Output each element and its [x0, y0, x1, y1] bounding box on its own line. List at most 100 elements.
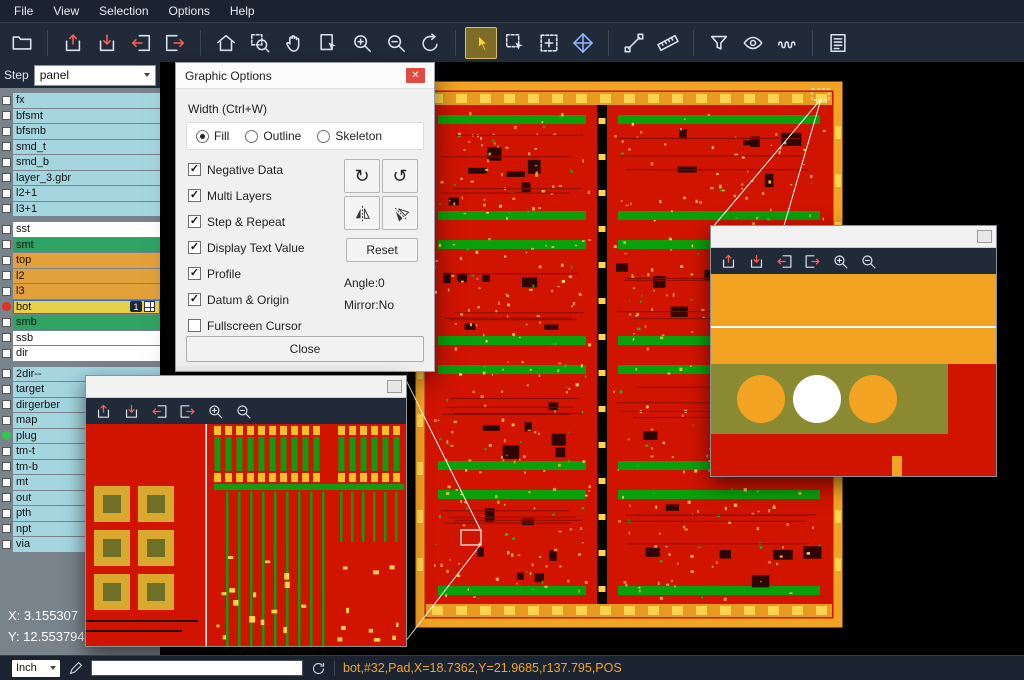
- option-negative-data[interactable]: Negative Data: [188, 163, 305, 176]
- zoom-window-button[interactable]: [244, 27, 276, 59]
- layer-visibility-checkbox[interactable]: [2, 540, 11, 549]
- layer-row-bot[interactable]: bot1: [0, 300, 160, 315]
- layer-visibility-checkbox[interactable]: [2, 256, 11, 265]
- import-button[interactable]: [125, 27, 157, 59]
- layer-row-layer_3.gbr[interactable]: layer_3.gbr: [0, 171, 160, 186]
- fill-mode-fill[interactable]: Fill: [196, 129, 229, 143]
- layer-visibility-checkbox[interactable]: [2, 478, 11, 487]
- layer-visibility-checkbox[interactable]: [2, 447, 11, 456]
- layer-visibility-checkbox[interactable]: [2, 400, 11, 409]
- layer-row-smd_t[interactable]: smd_t: [0, 140, 160, 155]
- rotate-ccw-button[interactable]: ↺: [382, 159, 418, 193]
- reset-button[interactable]: Reset: [346, 238, 418, 262]
- option-fullscreen-cursor[interactable]: Fullscreen Cursor: [188, 319, 305, 332]
- command-input[interactable]: [91, 660, 303, 676]
- layer-row-sst[interactable]: sst: [0, 222, 160, 237]
- snap-button[interactable]: [771, 27, 803, 59]
- option-profile[interactable]: Profile: [188, 267, 305, 280]
- layer-visibility-checkbox[interactable]: [2, 240, 11, 249]
- menu-help[interactable]: Help: [220, 1, 265, 21]
- import-button[interactable]: [771, 249, 797, 273]
- layer-row-ssb[interactable]: ssb: [0, 331, 160, 346]
- layer-visibility-checkbox[interactable]: [2, 333, 11, 342]
- filter-button[interactable]: [703, 27, 735, 59]
- import-button[interactable]: [146, 399, 172, 423]
- layer-row-smt[interactable]: smt: [0, 238, 160, 253]
- menu-selection[interactable]: Selection: [89, 1, 158, 21]
- layer-visibility-checkbox[interactable]: [2, 369, 11, 378]
- ruler-button[interactable]: [652, 27, 684, 59]
- zoom-in-button[interactable]: [202, 399, 228, 423]
- close-icon[interactable]: ✕: [406, 68, 425, 83]
- measure-line-button[interactable]: [618, 27, 650, 59]
- layer-visibility-checkbox[interactable]: [2, 204, 11, 213]
- fill-mode-outline[interactable]: Outline: [245, 129, 301, 143]
- option-multi-layers[interactable]: Multi Layers: [188, 189, 305, 202]
- zoom-out-button[interactable]: [380, 27, 412, 59]
- magnifier-left-view[interactable]: [86, 424, 406, 646]
- zoom-out-button[interactable]: [855, 249, 881, 273]
- layer-visibility-checkbox[interactable]: [2, 173, 11, 182]
- layer-visibility-checkbox[interactable]: [2, 493, 11, 502]
- align-button[interactable]: [567, 27, 599, 59]
- marquee-select-button[interactable]: [499, 27, 531, 59]
- unit-select[interactable]: Inch: [12, 660, 60, 677]
- layer-row-bfsmb[interactable]: bfsmb: [0, 124, 160, 139]
- zoom-previous-button[interactable]: [414, 27, 446, 59]
- layer-row-l3+1[interactable]: l3+1: [0, 202, 160, 217]
- layer-row-bfsmt[interactable]: bfsmt: [0, 109, 160, 124]
- magnifier-right-title-bar[interactable]: [711, 226, 996, 248]
- visibility-button[interactable]: [737, 27, 769, 59]
- layer-visibility-checkbox[interactable]: [2, 385, 11, 394]
- rotate-cw-button[interactable]: ↻: [344, 159, 380, 193]
- upload-button[interactable]: [90, 399, 116, 423]
- upload-button[interactable]: [57, 27, 89, 59]
- pan-button[interactable]: [278, 27, 310, 59]
- layer-row-l2[interactable]: l2: [0, 269, 160, 284]
- menu-view[interactable]: View: [43, 1, 89, 21]
- layer-visibility-checkbox[interactable]: [2, 96, 11, 105]
- export-button[interactable]: [174, 399, 200, 423]
- pointer-button[interactable]: [465, 27, 497, 59]
- zoom-in-button[interactable]: [346, 27, 378, 59]
- layer-row-smb[interactable]: smb: [0, 315, 160, 330]
- layer-visibility-checkbox[interactable]: [2, 349, 11, 358]
- layer-visibility-checkbox[interactable]: [2, 127, 11, 136]
- layer-visibility-checkbox[interactable]: [2, 524, 11, 533]
- layer-row-dir[interactable]: dir: [0, 346, 160, 361]
- fill-mode-skeleton[interactable]: Skeleton: [317, 129, 382, 143]
- layer-row-fx[interactable]: fx: [0, 93, 160, 108]
- option-step-repeat[interactable]: Step & Repeat: [188, 215, 305, 228]
- menu-options[interactable]: Options: [159, 1, 220, 21]
- select-sheet-button[interactable]: [312, 27, 344, 59]
- option-display-text-value[interactable]: Display Text Value: [188, 241, 305, 254]
- layer-visibility-checkbox[interactable]: [2, 416, 11, 425]
- layer-visibility-checkbox[interactable]: [2, 318, 11, 327]
- magnifier-right-view[interactable]: [711, 274, 996, 476]
- home-view-button[interactable]: [210, 27, 242, 59]
- dialog-title-bar[interactable]: Graphic Options ✕: [176, 63, 434, 89]
- zoom-out-button[interactable]: [230, 399, 256, 423]
- report-button[interactable]: [822, 27, 854, 59]
- layer-visibility-checkbox[interactable]: [2, 271, 11, 280]
- window-button-icon[interactable]: [387, 380, 402, 393]
- upload-button[interactable]: [715, 249, 741, 273]
- close-button[interactable]: Close: [186, 336, 424, 362]
- layer-visibility-checkbox[interactable]: [2, 142, 11, 151]
- step-select[interactable]: panel: [34, 65, 156, 86]
- layer-row-l2+1[interactable]: l2+1: [0, 186, 160, 201]
- export-button[interactable]: [799, 249, 825, 273]
- layer-visibility-checkbox[interactable]: [2, 509, 11, 518]
- download-button[interactable]: [743, 249, 769, 273]
- option-datum-origin[interactable]: Datum & Origin: [188, 293, 305, 306]
- download-button[interactable]: [118, 399, 144, 423]
- layer-visibility-checkbox[interactable]: [2, 189, 11, 198]
- zoom-in-button[interactable]: [827, 249, 853, 273]
- menu-file[interactable]: File: [4, 1, 43, 21]
- layer-visibility-checkbox[interactable]: [2, 462, 11, 471]
- layer-row-smd_b[interactable]: smd_b: [0, 155, 160, 170]
- mirror-horizontal-button[interactable]: [344, 196, 380, 230]
- export-button[interactable]: [159, 27, 191, 59]
- open-folder-button[interactable]: [6, 27, 38, 59]
- refresh-icon[interactable]: [311, 661, 326, 676]
